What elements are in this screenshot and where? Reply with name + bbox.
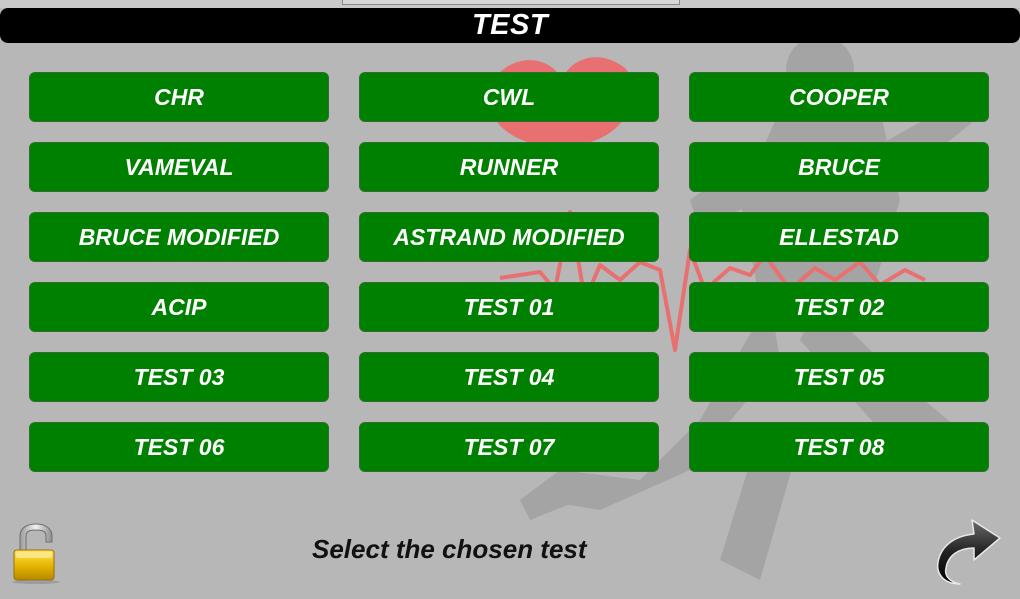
test-button-test-01[interactable]: TEST 01: [359, 282, 659, 332]
test-button-test-02[interactable]: TEST 02: [689, 282, 989, 332]
test-selection-screen: TEST CHR CWL COOPER VAMEVAL RUNNER BRUCE…: [0, 0, 1020, 599]
test-button-acip[interactable]: ACIP: [29, 282, 329, 332]
test-button-test-03[interactable]: TEST 03: [29, 352, 329, 402]
curved-arrow-right-icon[interactable]: [932, 516, 1004, 586]
test-button-vameval[interactable]: VAMEVAL: [29, 142, 329, 192]
test-button-chr[interactable]: CHR: [29, 72, 329, 122]
test-button-grid: CHR CWL COOPER VAMEVAL RUNNER BRUCE BRUC…: [29, 72, 989, 472]
test-button-test-04[interactable]: TEST 04: [359, 352, 659, 402]
test-button-runner[interactable]: RUNNER: [359, 142, 659, 192]
test-button-test-05[interactable]: TEST 05: [689, 352, 989, 402]
unlocked-padlock-icon[interactable]: [10, 522, 64, 584]
test-button-cwl[interactable]: CWL: [359, 72, 659, 122]
test-button-test-07[interactable]: TEST 07: [359, 422, 659, 472]
test-button-cooper[interactable]: COOPER: [689, 72, 989, 122]
test-button-bruce-modified[interactable]: BRUCE MODIFIED: [29, 212, 329, 262]
test-button-test-06[interactable]: TEST 06: [29, 422, 329, 472]
status-message: Select the chosen test: [312, 534, 587, 564]
test-button-ellestad[interactable]: ELLESTAD: [689, 212, 989, 262]
test-button-bruce[interactable]: BRUCE: [689, 142, 989, 192]
test-button-astrand-modified[interactable]: ASTRAND MODIFIED: [359, 212, 659, 262]
page-title: TEST: [0, 8, 1020, 43]
top-tab-handle: [342, 0, 680, 5]
test-button-test-08[interactable]: TEST 08: [689, 422, 989, 472]
